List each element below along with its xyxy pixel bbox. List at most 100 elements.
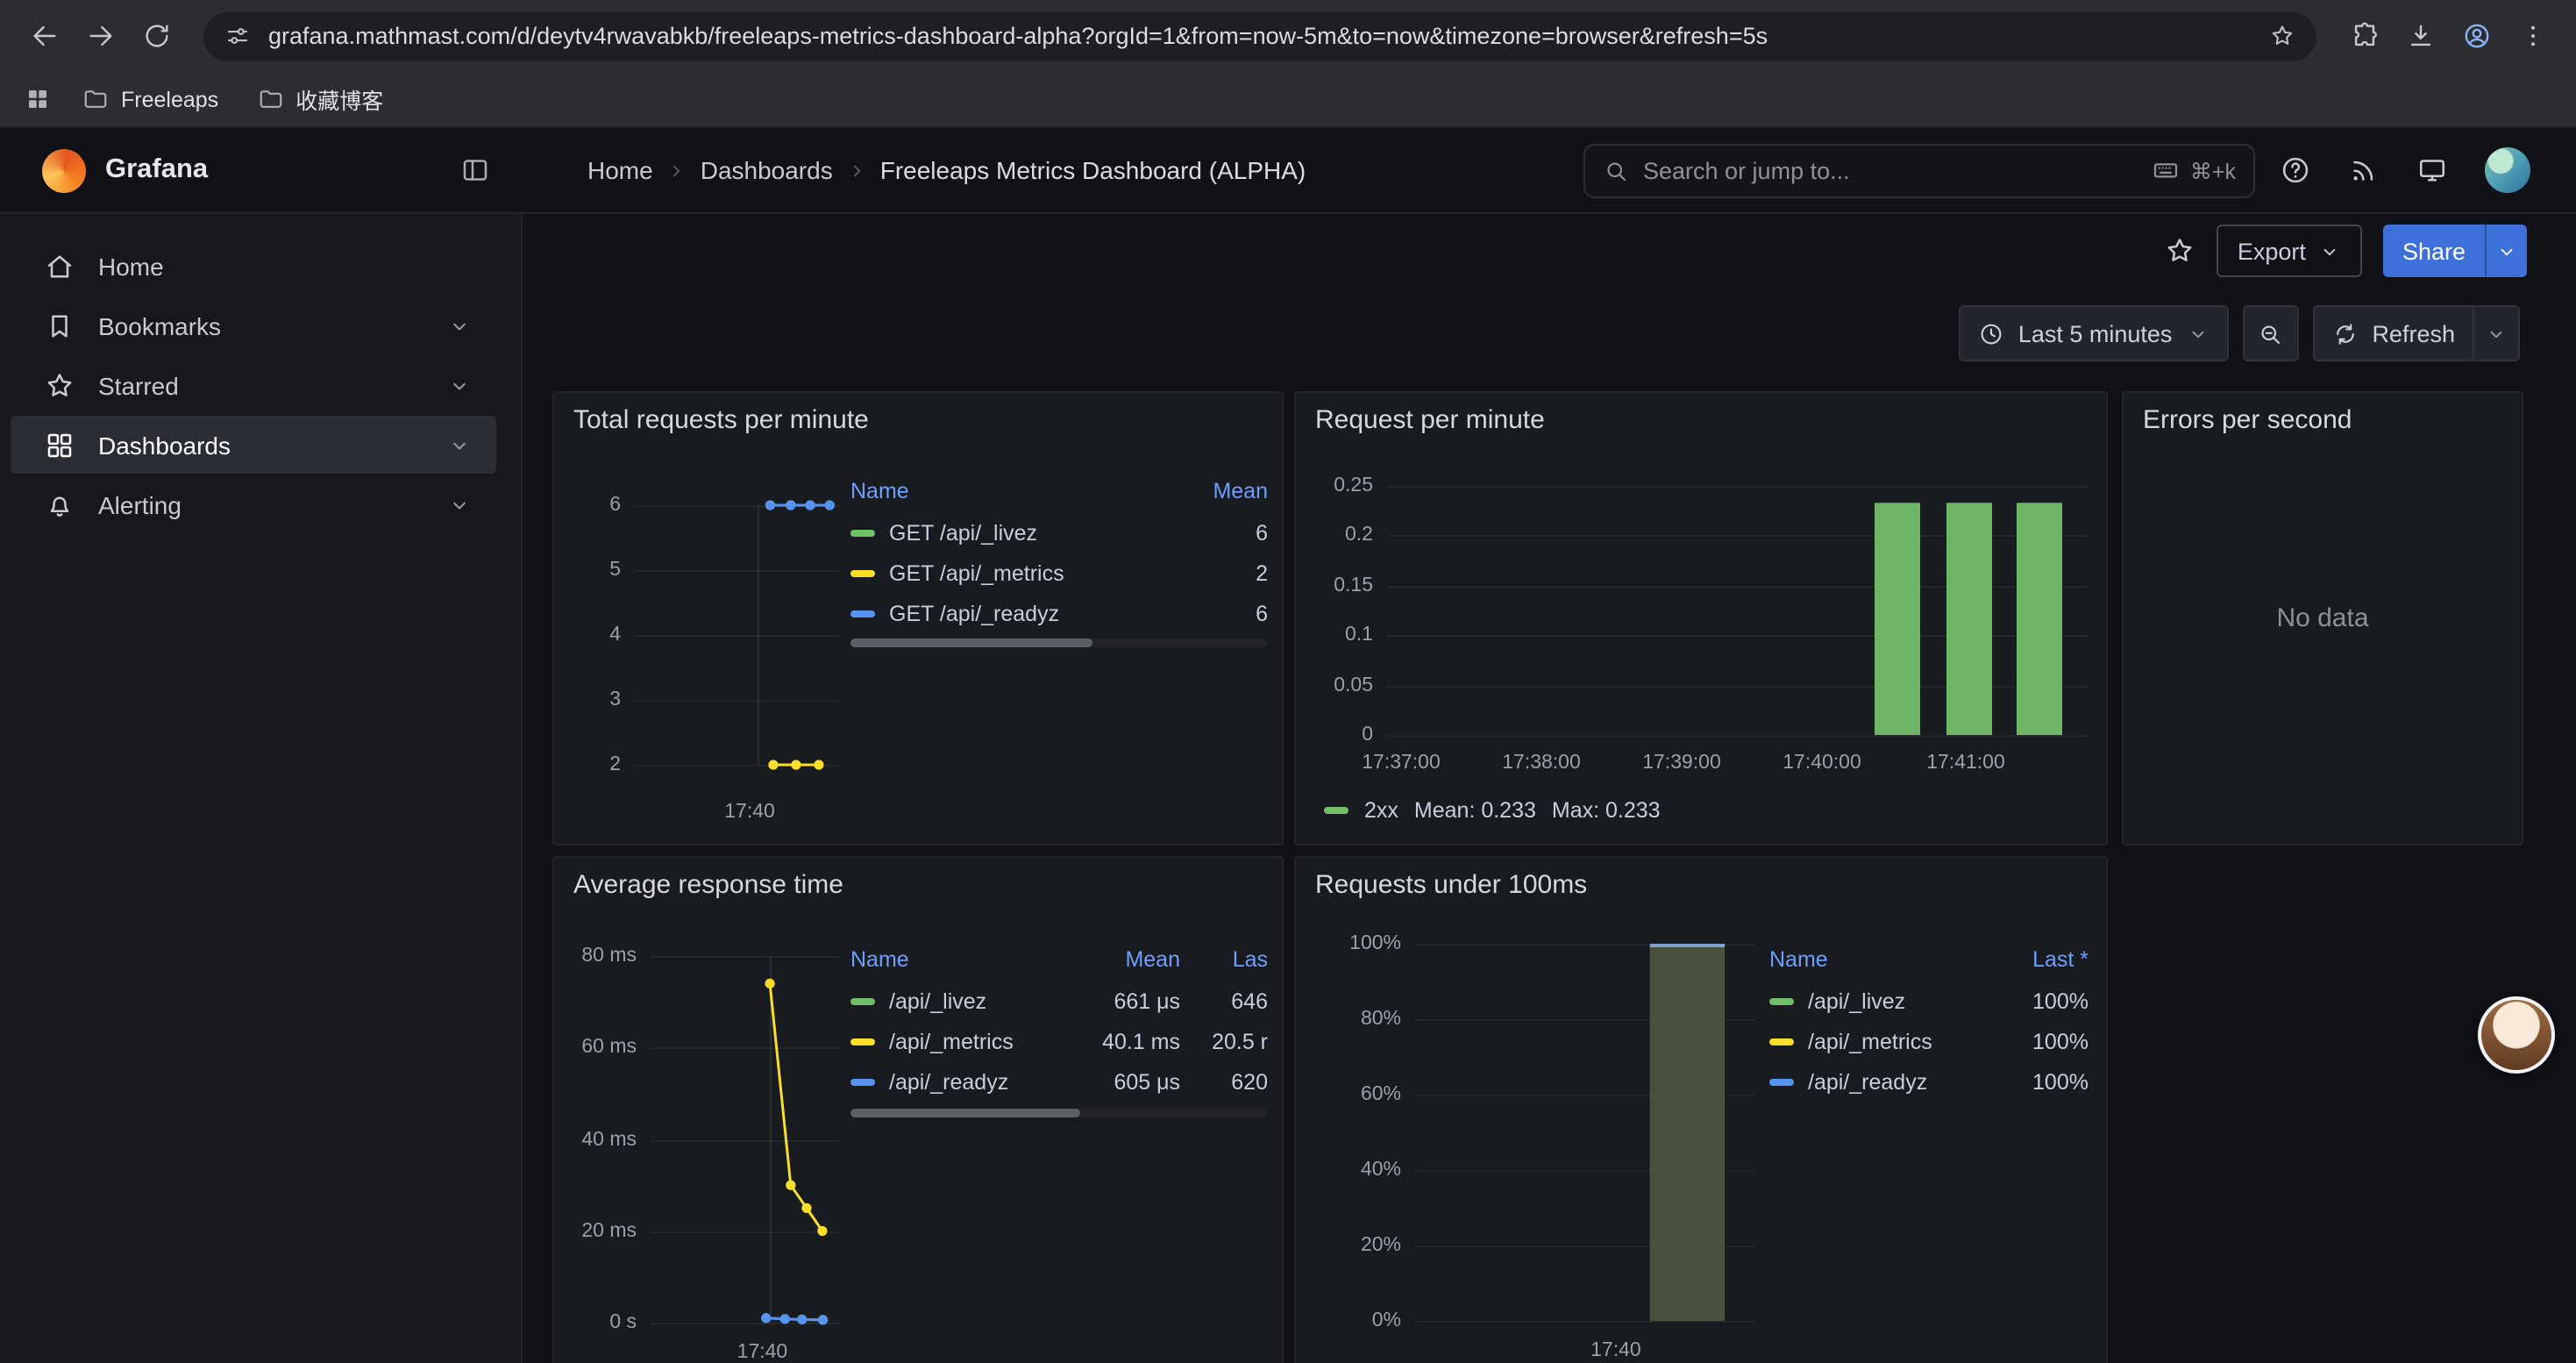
series-color-dash — [850, 569, 875, 576]
favorite-dashboard-icon[interactable] — [2164, 235, 2195, 267]
legend-max: Max: 0.233 — [1552, 798, 1661, 823]
series-color-dash — [1769, 997, 1794, 1004]
sidebar-item-home[interactable]: Home — [11, 237, 496, 295]
breadcrumb-separator-icon — [665, 159, 688, 182]
breadcrumb-dashboards[interactable]: Dashboards — [701, 156, 833, 184]
legend-series-name: /api/_metrics — [1769, 1029, 1983, 1053]
sidebar-item-starred[interactable]: Starred — [11, 356, 496, 414]
dashboard-canvas: Export Share Last 5 minutes — [523, 214, 2576, 1363]
sidebar-item-bookmarks[interactable]: Bookmarks — [11, 296, 496, 354]
legend-column-header[interactable]: Name — [850, 479, 1187, 503]
chevron-down-icon — [2485, 322, 2508, 345]
bookmark-star-icon[interactable] — [2269, 23, 2295, 49]
legend-column-header[interactable]: Last * — [1983, 947, 2089, 972]
legend-row[interactable]: /api/_livez661 μs646 — [850, 981, 1268, 1021]
kiosk-monitor-icon[interactable] — [2416, 154, 2448, 186]
chart-requests-under-100ms: 100%80%60%40%20%0%17:40 — [1296, 858, 2106, 1363]
refresh-button[interactable]: Refresh — [2312, 305, 2474, 361]
y-tick-label: 0 — [1296, 723, 1373, 747]
profile-button[interactable] — [2450, 10, 2502, 62]
legend-row[interactable]: /api/_metrics100% — [1769, 1021, 2089, 1061]
y-tick-label: 60 ms — [554, 1036, 637, 1060]
grafana-header-left: Grafana — [0, 148, 523, 192]
legend-scrollbar[interactable] — [850, 1109, 1268, 1117]
export-button[interactable]: Export — [2217, 225, 2362, 277]
chevron-down-icon[interactable] — [447, 492, 472, 517]
y-tick-label: 0.15 — [1296, 574, 1373, 598]
y-tick-label: 6 — [554, 493, 621, 517]
series-color-dash — [1769, 1078, 1794, 1085]
legend-scrollbar[interactable] — [850, 639, 1268, 647]
extensions-button[interactable] — [2338, 10, 2390, 62]
scrollbar-thumb[interactable] — [850, 639, 1092, 647]
grafana-logo[interactable] — [42, 148, 86, 192]
chevron-down-icon[interactable] — [447, 313, 472, 338]
legend-series-name: GET /api/_readyz — [850, 601, 1187, 625]
no-data-message: No data — [2124, 393, 2522, 844]
legend-value: 620 — [1180, 1069, 1268, 1094]
browser-menu-button[interactable] — [2506, 10, 2558, 62]
search-shortcut: ⌘+k — [2152, 156, 2236, 184]
chart-request-per-minute: 0.250.20.150.10.05017:37:0017:38:0017:39… — [1296, 393, 2106, 844]
sidebar-item-label: Dashboards — [98, 431, 424, 459]
zoom-out-button[interactable] — [2242, 305, 2298, 361]
sidebar-item-alerting[interactable]: Alerting — [11, 475, 496, 533]
share-split-button: Share — [2383, 225, 2527, 277]
reload-button[interactable] — [130, 10, 182, 62]
sidebar-item-dashboards[interactable]: Dashboards — [11, 416, 496, 474]
legend-row[interactable]: GET /api/_readyz6 — [850, 593, 1268, 633]
legend-row[interactable]: GET /api/_livez6 — [850, 512, 1268, 553]
chevron-down-icon — [2495, 239, 2518, 262]
help-icon[interactable] — [2280, 154, 2311, 186]
chevron-down-icon[interactable] — [447, 373, 472, 397]
legend-column-header[interactable]: Mean — [1187, 479, 1268, 503]
refresh-interval-button[interactable] — [2474, 305, 2520, 361]
y-tick-label: 0 s — [554, 1310, 637, 1335]
legend-value: 20.5 r — [1180, 1029, 1268, 1053]
y-tick-label: 0.05 — [1296, 673, 1373, 697]
legend-column-header[interactable]: Name — [850, 947, 1057, 972]
legend-series-label[interactable]: 2xx — [1364, 798, 1398, 823]
series-color-dash — [1324, 807, 1348, 814]
chevron-down-icon — [2318, 239, 2341, 262]
search-input[interactable]: Search or jump to... ⌘+k — [1583, 143, 2255, 197]
apps-grid-icon[interactable] — [25, 86, 51, 112]
scrollbar-thumb[interactable] — [850, 1109, 1080, 1117]
bookmark-favorites[interactable]: 收藏博客 — [250, 77, 390, 121]
chevron-down-icon[interactable] — [447, 432, 472, 457]
browser-window: grafana.mathmast.com/d/deytv4rwavabkb/fr… — [0, 0, 2576, 1363]
series-color-dash — [850, 997, 875, 1004]
share-menu-button[interactable] — [2485, 225, 2527, 277]
legend-table: NameMeanLas/api/_livez661 μs646/api/_met… — [850, 938, 1268, 1102]
legend-value: 646 — [1180, 988, 1268, 1013]
news-rss-icon[interactable] — [2348, 154, 2380, 186]
refresh-label: Refresh — [2372, 320, 2455, 346]
downloads-button[interactable] — [2394, 10, 2446, 62]
legend-value: 40.1 ms — [1057, 1029, 1180, 1053]
time-range-picker[interactable]: Last 5 minutes — [1959, 305, 2229, 361]
bookmark-freeleaps[interactable]: Freeleaps — [75, 81, 225, 118]
share-button[interactable]: Share — [2383, 225, 2485, 277]
refresh-icon — [2331, 320, 2358, 346]
breadcrumb-separator-icon — [845, 159, 868, 182]
chat-assistant-avatar[interactable] — [2478, 996, 2555, 1074]
legend-row[interactable]: /api/_readyz100% — [1769, 1061, 2089, 1102]
site-settings-icon[interactable] — [224, 23, 251, 49]
sidebar-item-label: Bookmarks — [98, 311, 424, 339]
forward-button[interactable] — [74, 10, 126, 62]
address-bar[interactable]: grafana.mathmast.com/d/deytv4rwavabkb/fr… — [203, 11, 2316, 61]
legend-row[interactable]: /api/_metrics40.1 ms20.5 r — [850, 1021, 1268, 1061]
breadcrumb-home[interactable]: Home — [587, 156, 653, 184]
y-tick-label: 20% — [1296, 1233, 1401, 1258]
legend-row[interactable]: /api/_readyz605 μs620 — [850, 1061, 1268, 1102]
legend-column-header[interactable]: Mean — [1057, 947, 1180, 972]
legend-value: 605 μs — [1057, 1069, 1180, 1094]
legend-row[interactable]: /api/_livez100% — [1769, 981, 2089, 1021]
series-color-dash — [850, 1078, 875, 1085]
user-avatar[interactable] — [2485, 147, 2530, 193]
legend-row[interactable]: GET /api/_metrics2 — [850, 553, 1268, 593]
legend-column-header[interactable]: Name — [1769, 947, 1983, 972]
collapse-sidebar-icon[interactable] — [459, 154, 491, 186]
legend-column-header[interactable]: Las — [1180, 947, 1268, 972]
back-button[interactable] — [18, 10, 70, 62]
